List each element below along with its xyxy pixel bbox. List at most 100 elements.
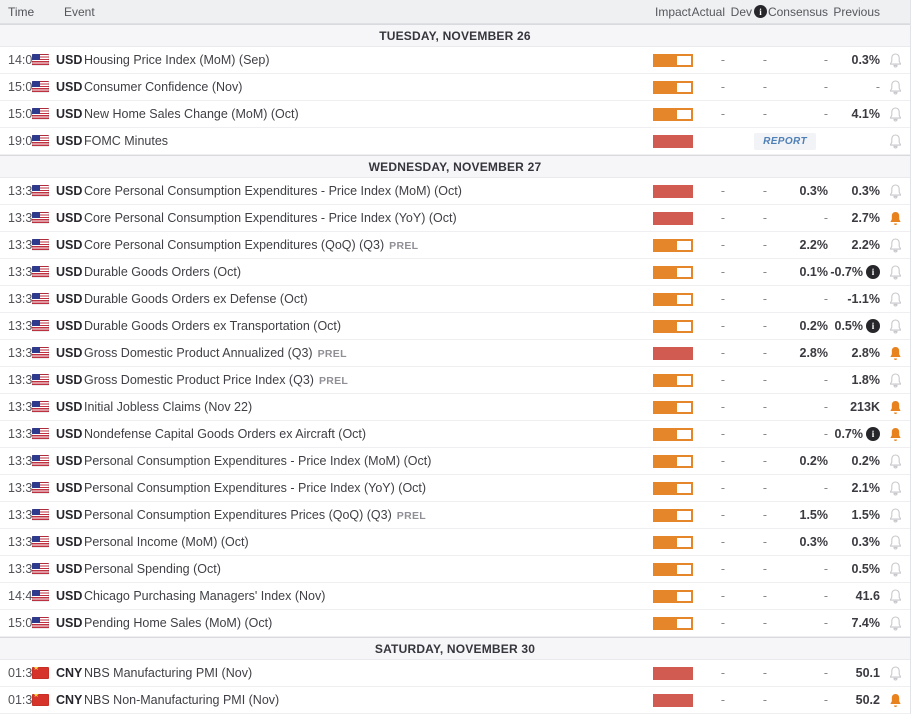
event-cell: Personal Consumption Expenditures Prices… — [84, 508, 648, 522]
event-name[interactable]: Core Personal Consumption Expenditures (… — [84, 238, 384, 252]
event-name[interactable]: Consumer Confidence (Nov) — [84, 80, 242, 94]
bell-cell[interactable] — [880, 345, 910, 362]
bell-icon[interactable] — [887, 426, 904, 443]
date-section-header: SATURDAY, NOVEMBER 30 — [0, 637, 910, 660]
bell-cell[interactable] — [880, 106, 910, 123]
event-name[interactable]: Durable Goods Orders ex Transportation (… — [84, 319, 341, 333]
event-name[interactable]: FOMC Minutes — [84, 134, 168, 148]
bell-icon[interactable] — [887, 534, 904, 551]
event-name[interactable]: Initial Jobless Claims (Nov 22) — [84, 400, 252, 414]
event-row: 13:30 USD Personal Spending (Oct) - - - … — [0, 556, 910, 583]
bell-cell[interactable] — [880, 264, 910, 281]
bell-cell[interactable] — [880, 692, 910, 709]
impact-indicator — [653, 54, 693, 67]
event-name[interactable]: Personal Income (MoM) (Oct) — [84, 535, 249, 549]
bell-icon[interactable] — [887, 507, 904, 524]
bell-icon[interactable] — [887, 52, 904, 69]
event-time: 13:30 — [0, 535, 32, 549]
event-name[interactable]: Pending Home Sales (MoM) (Oct) — [84, 616, 272, 630]
currency-code: USD — [56, 184, 84, 198]
bell-icon[interactable] — [887, 106, 904, 123]
bell-cell[interactable] — [880, 588, 910, 605]
flag-cell — [32, 509, 56, 521]
date-section: WEDNESDAY, NOVEMBER 27 13:30 USD Core Pe… — [0, 155, 910, 637]
bell-icon[interactable] — [887, 345, 904, 362]
impact-fill — [655, 538, 677, 547]
bell-icon[interactable] — [887, 453, 904, 470]
event-name[interactable]: NBS Manufacturing PMI (Nov) — [84, 666, 252, 680]
previous-cell: 0.5% i — [828, 319, 880, 333]
bell-icon[interactable] — [887, 372, 904, 389]
report-link[interactable]: REPORT — [754, 133, 816, 150]
event-name[interactable]: Gross Domestic Product Annualized (Q3) — [84, 346, 313, 360]
event-name[interactable]: Chicago Purchasing Managers' Index (Nov) — [84, 589, 325, 603]
bell-icon[interactable] — [887, 480, 904, 497]
bell-cell[interactable] — [880, 372, 910, 389]
event-name[interactable]: Durable Goods Orders (Oct) — [84, 265, 241, 279]
bell-cell[interactable] — [880, 426, 910, 443]
event-name[interactable]: Gross Domestic Product Price Index (Q3) — [84, 373, 314, 387]
event-name[interactable]: Housing Price Index (MoM) (Sep) — [84, 53, 269, 67]
event-row: 15:00 USD Pending Home Sales (MoM) (Oct)… — [0, 610, 910, 637]
bell-icon[interactable] — [887, 665, 904, 682]
flag-cell — [32, 694, 56, 706]
bell-cell[interactable] — [880, 507, 910, 524]
bell-cell[interactable] — [880, 133, 910, 150]
deviation-cell: - — [736, 319, 776, 333]
bell-icon[interactable] — [887, 561, 904, 578]
actual-cell: - — [696, 80, 736, 94]
revised-info-icon[interactable]: i — [866, 427, 880, 441]
bell-cell[interactable] — [880, 615, 910, 632]
event-name[interactable]: Durable Goods Orders ex Defense (Oct) — [84, 292, 308, 306]
bell-cell[interactable] — [880, 665, 910, 682]
event-name[interactable]: Personal Spending (Oct) — [84, 562, 221, 576]
event-name[interactable]: NBS Non-Manufacturing PMI (Nov) — [84, 693, 279, 707]
bell-icon[interactable] — [887, 399, 904, 416]
revised-info-icon[interactable]: i — [866, 319, 880, 333]
event-name[interactable]: New Home Sales Change (MoM) (Oct) — [84, 107, 299, 121]
bell-icon[interactable] — [887, 291, 904, 308]
bell-cell[interactable] — [880, 399, 910, 416]
bell-icon[interactable] — [887, 237, 904, 254]
actual-cell: - — [696, 211, 736, 225]
bell-cell[interactable] — [880, 480, 910, 497]
bell-cell[interactable] — [880, 453, 910, 470]
impact-cell — [648, 428, 696, 441]
event-name[interactable]: Personal Consumption Expenditures Prices… — [84, 508, 392, 522]
bell-cell[interactable] — [880, 237, 910, 254]
bell-icon[interactable] — [887, 692, 904, 709]
actual-value: - — [721, 265, 725, 279]
bell-cell[interactable] — [880, 52, 910, 69]
flag-cell — [32, 455, 56, 467]
bell-cell[interactable] — [880, 79, 910, 96]
deviation-cell: - — [736, 589, 776, 603]
bell-icon[interactable] — [887, 210, 904, 227]
event-name[interactable]: Nondefense Capital Goods Orders ex Aircr… — [84, 427, 366, 441]
event-name[interactable]: Personal Consumption Expenditures - Pric… — [84, 481, 426, 495]
bell-icon[interactable] — [887, 318, 904, 335]
impact-cell — [648, 694, 696, 707]
currency-code: USD — [56, 589, 84, 603]
bell-icon[interactable] — [887, 264, 904, 281]
event-name[interactable]: Core Personal Consumption Expenditures -… — [84, 211, 457, 225]
bell-cell[interactable] — [880, 318, 910, 335]
bell-cell[interactable] — [880, 561, 910, 578]
bell-icon[interactable] — [887, 588, 904, 605]
bell-icon[interactable] — [887, 615, 904, 632]
event-row: 13:30 USD Personal Consumption Expenditu… — [0, 448, 910, 475]
actual-value: - — [721, 562, 725, 576]
dev-info-icon[interactable]: i — [754, 5, 767, 18]
event-name[interactable]: Personal Consumption Expenditures - Pric… — [84, 454, 431, 468]
bell-icon[interactable] — [887, 79, 904, 96]
bell-icon[interactable] — [887, 133, 904, 150]
bell-cell[interactable] — [880, 183, 910, 200]
bell-icon[interactable] — [887, 183, 904, 200]
deviation-value: - — [763, 427, 767, 441]
currency-code: USD — [56, 373, 84, 387]
bell-cell[interactable] — [880, 534, 910, 551]
deviation-value: - — [763, 454, 767, 468]
bell-cell[interactable] — [880, 291, 910, 308]
revised-info-icon[interactable]: i — [866, 265, 880, 279]
event-name[interactable]: Core Personal Consumption Expenditures -… — [84, 184, 462, 198]
bell-cell[interactable] — [880, 210, 910, 227]
